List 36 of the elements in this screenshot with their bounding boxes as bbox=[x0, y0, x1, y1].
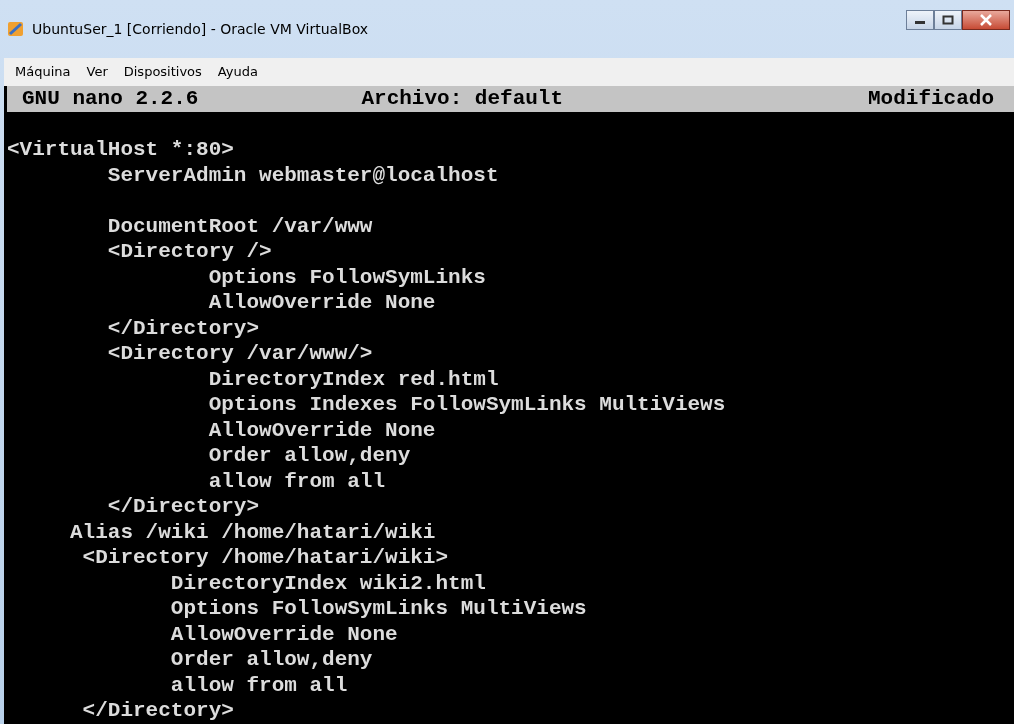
file-name: Archivo: default bbox=[361, 86, 564, 112]
menu-item[interactable]: Máquina bbox=[8, 60, 78, 84]
modified-status: Modificado bbox=[867, 86, 994, 112]
maximize-button[interactable] bbox=[934, 10, 962, 30]
code-line: allow from all bbox=[169, 673, 348, 697]
menu-item[interactable]: Ver bbox=[79, 60, 115, 84]
code-line: Options Indexes FollowSymLinks MultiViews bbox=[207, 393, 726, 416]
close-button[interactable] bbox=[962, 10, 1010, 30]
maximize-icon bbox=[942, 15, 954, 25]
code-line: AllowOverride None bbox=[169, 622, 398, 646]
code-line: AllowOverride None bbox=[207, 418, 436, 442]
menu-item[interactable]: Ayuda bbox=[210, 60, 266, 84]
code-line: DocumentRoot /var/www bbox=[106, 214, 373, 238]
app-icon bbox=[6, 19, 26, 39]
menu-item[interactable]: Dispositivos bbox=[116, 60, 209, 84]
code-line: <Directory /home/hatari/wiki> bbox=[81, 546, 449, 569]
code-line: Alias /wiki /home/hatari/wiki bbox=[69, 520, 436, 544]
code-line: </Directory> bbox=[81, 699, 234, 722]
close-icon bbox=[979, 14, 993, 26]
code-line: Order allow,deny bbox=[169, 648, 373, 671]
code-line: Order allow,deny bbox=[207, 444, 411, 467]
code-line: <Directory /> bbox=[106, 240, 272, 263]
code-line: </Directory> bbox=[106, 495, 260, 518]
code-line: </Directory> bbox=[106, 316, 260, 340]
window-title: UbuntuSer_1 [Corriendo] - Oracle VM VirtualBox bbox=[32, 19, 369, 39]
code-line: allow from all bbox=[207, 469, 386, 493]
code-line: DirectoryIndex wiki2.html bbox=[169, 571, 486, 595]
code-line: <Directory /var/www/> bbox=[106, 342, 373, 365]
code-line: ServerAdmin webmaster@localhost bbox=[106, 163, 499, 187]
code-line: AllowOverride None bbox=[207, 291, 436, 314]
code-line: <VirtualHost *:80> bbox=[7, 138, 234, 161]
editor-version: GNU nano 2.2.6 bbox=[22, 86, 199, 112]
code-line: Options FollowSymLinks bbox=[207, 265, 486, 289]
code-line: DirectoryIndex red.html bbox=[207, 367, 499, 391]
code-line: Options FollowSymLinks MultiViews bbox=[169, 597, 587, 620]
minimize-button[interactable] bbox=[906, 10, 934, 30]
